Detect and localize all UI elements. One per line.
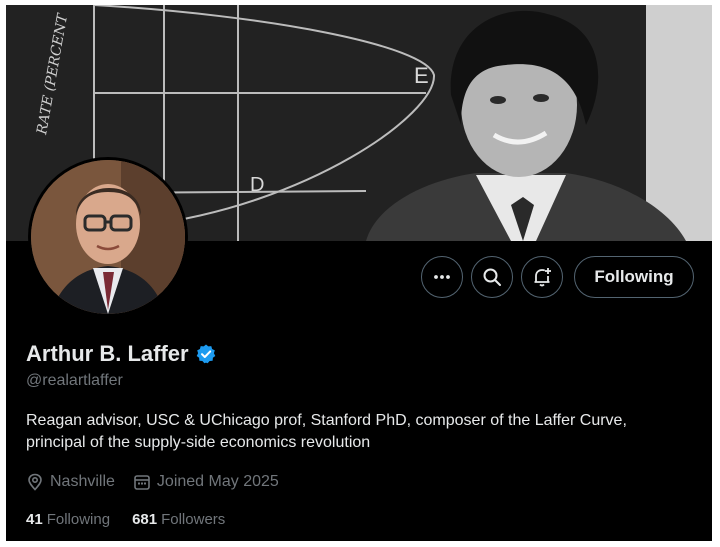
- chalk-letter-e: E: [414, 63, 429, 88]
- name-row: Arthur B. Laffer: [26, 341, 217, 367]
- more-horizontal-icon: [434, 275, 450, 279]
- search-button[interactable]: [471, 256, 513, 298]
- avatar-image: [31, 160, 185, 314]
- followers-stat-link[interactable]: 681 Followers: [132, 511, 225, 528]
- profile-bio: Reagan advisor, USC & UChicago prof, Sta…: [26, 412, 627, 451]
- following-label: Following: [46, 511, 111, 528]
- search-icon: [483, 268, 501, 286]
- bell-plus-icon: [534, 268, 551, 287]
- verified-badge-icon[interactable]: [195, 343, 217, 365]
- joined-text: Joined May 2025: [156, 473, 279, 490]
- chalk-letter-d: D: [250, 174, 264, 196]
- location-pin-icon: [28, 473, 42, 491]
- followers-label: Followers: [161, 511, 226, 528]
- profile-screen: RATE (PERCENT E D Following Arthur B. La…: [6, 5, 712, 541]
- profile-avatar[interactable]: [28, 157, 188, 317]
- notifications-button[interactable]: [521, 256, 563, 298]
- followers-count: 681: [132, 511, 158, 528]
- user-handle: @realartlaffer: [26, 372, 123, 389]
- following-count: 41: [26, 511, 43, 528]
- display-name: Arthur B. Laffer: [26, 341, 189, 366]
- following-button[interactable]: Following: [574, 256, 694, 298]
- calendar-icon: [134, 475, 150, 490]
- profile-meta: Nashville Joined May 2025: [26, 473, 297, 491]
- location-item: Nashville: [26, 473, 115, 491]
- location-text: Nashville: [50, 473, 115, 490]
- joined-item: Joined May 2025: [133, 473, 279, 491]
- following-stat-link[interactable]: 41 Following: [26, 511, 110, 528]
- more-button[interactable]: [421, 256, 463, 298]
- follow-stats: 41 Following 681 Followers: [26, 511, 247, 528]
